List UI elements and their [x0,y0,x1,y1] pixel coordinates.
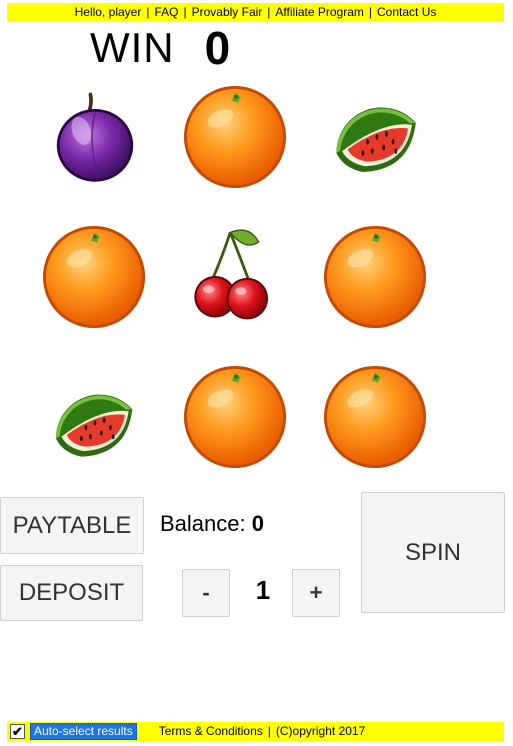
auto-select-label[interactable]: Auto-select results [30,723,137,740]
balance-label: Balance: [160,511,246,536]
orange-icon [321,363,429,471]
balance-value: 0 [251,511,264,536]
increase-bet-button[interactable]: + [292,569,340,617]
reel-cell-r2-c1 [39,222,149,332]
watermelon-icon [325,85,429,189]
footer-separator: | [267,724,271,738]
orange-icon [181,83,289,191]
watermelon-icon [45,373,145,473]
reel-cell-r3-c3 [320,362,430,472]
orange-icon [40,223,148,331]
footer-bar: ✔ Auto-select results Terms & Conditions… [7,722,504,741]
copyright-text: (C)opyright 2017 [275,724,366,738]
reel-cell-r3-c1 [40,368,150,478]
reel-cell-r1-c2 [180,82,290,192]
footer-links: Terms & Conditions | (C)opyright 2017 [159,722,366,741]
reel-cell-r1-c3 [322,82,432,192]
auto-select-checkbox[interactable]: ✔ [10,724,25,739]
plum-icon [45,85,145,193]
reel-grid [0,0,513,480]
decrease-bet-button[interactable]: - [182,569,230,617]
reel-cell-r2-c3 [320,222,430,332]
cherry-icon [183,219,287,331]
orange-icon [181,363,289,471]
spin-button[interactable]: SPIN [361,492,505,613]
deposit-button[interactable]: DEPOSIT [0,565,143,621]
bet-value: 1 [255,575,271,605]
orange-icon [321,223,429,331]
balance-display: Balance: 0 [160,511,264,537]
terms-link[interactable]: Terms & Conditions [159,724,263,738]
reel-cell-r1-c1 [40,84,150,194]
reel-cell-r3-c2 [180,362,290,472]
paytable-button[interactable]: PAYTABLE [0,497,144,554]
reel-cell-r2-c2 [180,220,290,330]
